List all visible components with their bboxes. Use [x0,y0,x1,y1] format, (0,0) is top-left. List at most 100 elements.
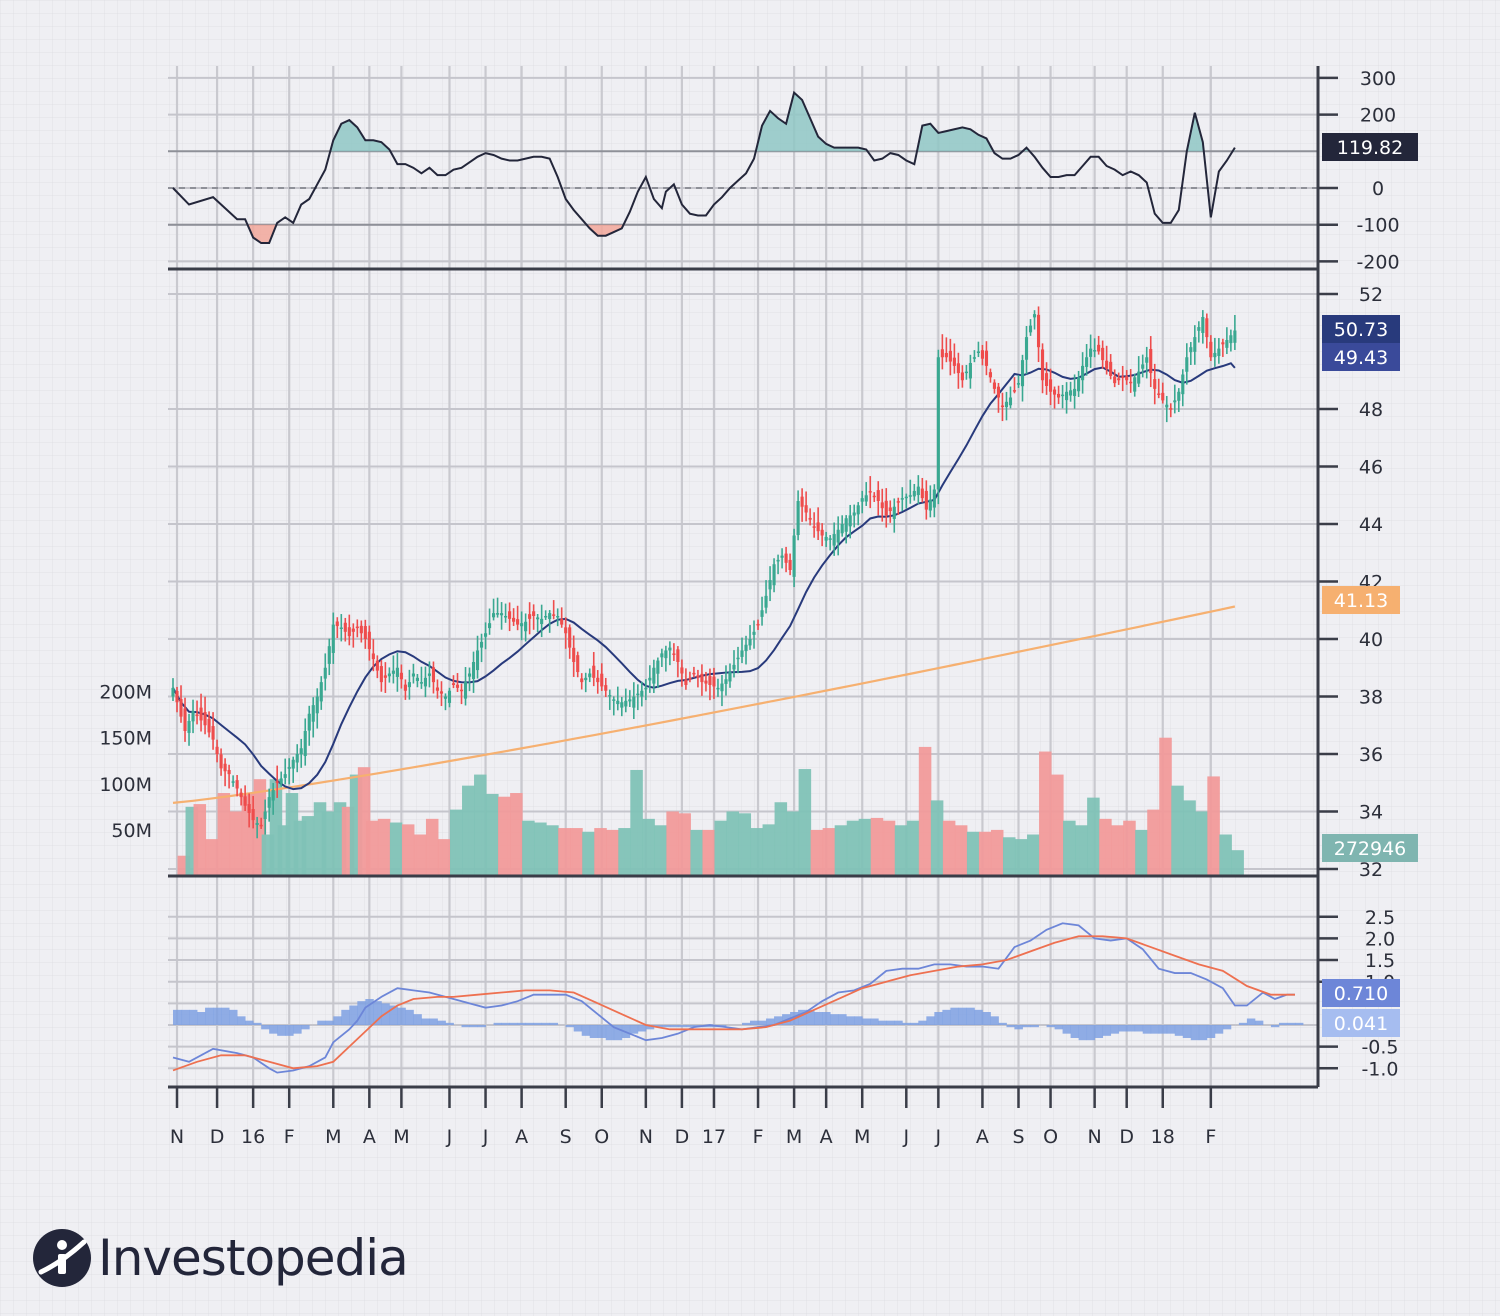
candle-body [1133,377,1137,392]
candle-body [1185,357,1189,372]
candle-body [844,518,848,532]
candle-body [564,627,568,634]
macd-histogram-bar [341,1009,350,1025]
volume-bar [630,769,643,876]
volume-bar [1002,837,1016,876]
macd-histogram-bar [221,1007,230,1025]
candle-body [628,699,632,702]
macd-histogram-bar [822,1012,831,1025]
candle-body [395,667,399,677]
cci-tick-label: 300 [1360,68,1396,90]
candle-body [1205,318,1209,338]
candle-body [840,524,844,534]
macd-histogram-bar [902,1022,911,1025]
candle-body [964,371,968,374]
candle-body [800,496,804,507]
x-tick-label: 18 [1151,1126,1175,1148]
macd-histogram-bar [1286,1022,1296,1025]
x-tick-label: M [325,1126,341,1148]
x-tick-label: A [515,1126,528,1148]
macd-histogram-bar [413,1014,422,1025]
volume-tick-label: 200M [99,682,152,704]
candle-body [319,682,323,702]
candle-body [1008,397,1013,406]
last-price-tag: 50.73 [1322,315,1400,343]
candle-body [616,700,620,705]
price-tick-label: 44 [1359,514,1383,536]
candle-body [976,351,980,353]
candle-body [1173,400,1177,403]
candle-body [423,677,428,687]
macd-histogram-bar [950,1007,959,1025]
macd-histogram-bar [373,1001,382,1025]
candle-body [568,627,572,648]
candle-body [648,677,652,681]
candle-body [255,823,259,825]
cci-tick-label: 0 [1372,178,1384,200]
candle-body [1209,341,1213,358]
candle-body [1061,394,1065,397]
candle-body [455,684,460,688]
candle-body [1121,376,1125,379]
x-tick-label: D [1119,1126,1134,1148]
candle-body [688,677,692,680]
macd-histogram-bar [1198,1025,1208,1041]
macd-histogram-bar [1078,1025,1088,1041]
sma-short-tag-text: 49.43 [1334,347,1388,369]
candle-body [936,357,940,490]
candle-body [496,613,500,615]
macd-histogram-bar [509,1022,519,1025]
macd-histogram-bar [1222,1025,1232,1030]
macd-tick-label: 1.5 [1365,950,1395,972]
candle-body [524,621,528,632]
macd-histogram-bar [1214,1025,1224,1034]
volume-bar [846,820,860,876]
candle-body [1189,347,1193,353]
candle-body [736,657,740,660]
volume-bar [870,817,884,876]
macd-histogram-bar [742,1022,751,1025]
candle-body [1145,357,1149,363]
candle-body [171,687,175,697]
candle-body [828,538,832,540]
candle-body [928,499,932,511]
macd-histogram-bar [1134,1025,1144,1032]
macd-histogram-bar [205,1007,214,1025]
volume-tick-label: 150M [99,728,152,750]
macd-histogram-bar [1006,1025,1015,1028]
volume-bar [942,820,956,876]
candle-body [1217,348,1221,356]
volume-bar [666,811,679,876]
candle-body [712,676,716,687]
macd-histogram-bar [189,1009,198,1025]
candle-body [399,672,403,680]
macd-histogram-bar [1118,1025,1128,1032]
x-tick-label: F [284,1126,295,1148]
candle-body [836,529,840,543]
candle-body [431,667,436,683]
macd-histogram-bar [181,1009,190,1025]
candle-body [740,650,744,657]
candle-body [684,679,688,685]
candle-body [988,372,993,378]
candle-body [1085,357,1089,367]
candle-body [175,690,179,703]
candle-body [295,754,299,763]
macd-histogram-bar [533,1022,543,1025]
candle-body [1093,350,1097,352]
candle-body [900,498,904,500]
candle-body [199,707,203,721]
volume-bar [321,811,335,876]
macd-histogram-bar [661,1025,671,1028]
volume-bar [1099,818,1112,876]
candle-body [275,781,279,783]
candle-body [752,631,756,635]
candle-body [780,555,784,558]
candle-body [632,696,636,708]
cci-tick-label: -100 [1356,215,1399,237]
candle-body [259,824,263,827]
candle-body [1157,393,1161,395]
candle-body [1048,379,1053,392]
candle-body [696,675,700,678]
price-tick-label: 46 [1359,457,1383,479]
